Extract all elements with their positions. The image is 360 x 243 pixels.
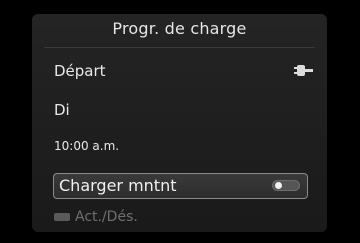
- plug-icon: [294, 65, 313, 76]
- departure-row[interactable]: Départ: [40, 56, 319, 86]
- title-divider: [44, 47, 315, 48]
- charge-schedule-screen: Progr. de charge Départ Di 10:00 a.m. Ch…: [32, 14, 327, 232]
- charge-now-label: Charger mntnt: [59, 176, 177, 195]
- departure-label: Départ: [54, 62, 106, 80]
- onoff-row[interactable]: Act./Dés.: [40, 202, 319, 232]
- on-off-button-icon: [54, 213, 70, 221]
- day-row[interactable]: Di: [40, 95, 319, 125]
- toggle-knob: [275, 182, 282, 189]
- day-value: Di: [54, 101, 70, 119]
- screen-title: Progr. de charge: [112, 19, 247, 38]
- time-row[interactable]: 10:00 a.m.: [40, 131, 319, 161]
- time-value: 10:00 a.m.: [54, 139, 120, 153]
- charge-now-toggle[interactable]: [272, 180, 300, 191]
- onoff-label: Act./Dés.: [75, 209, 138, 225]
- charge-now-row[interactable]: Charger mntnt: [53, 173, 308, 199]
